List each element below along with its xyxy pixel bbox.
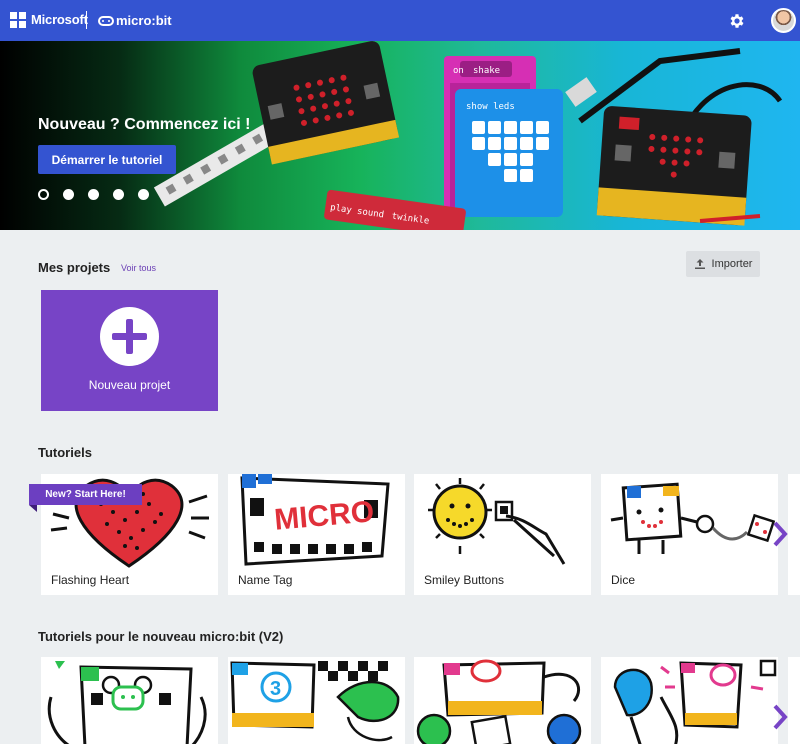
carousel-dot[interactable] [138, 189, 149, 200]
import-label: Importer [711, 258, 753, 270]
block-show-leds-text: show leds [466, 102, 515, 112]
tutorial-card-dice[interactable]: Dice [601, 474, 778, 595]
tutorial-card-smiley-buttons[interactable]: Smiley Buttons [414, 474, 591, 595]
v2-illustration-1 [47, 661, 207, 744]
plus-icon [100, 307, 159, 366]
v2-illustration-3 [416, 659, 582, 744]
block-shake-text: shake [473, 66, 500, 76]
v2-illustration-2: 3 [230, 661, 400, 742]
carousel-dots [38, 189, 149, 200]
new-start-here-badge: New? Start Here! [29, 484, 142, 505]
tutorial-label: Dice [611, 573, 636, 587]
v2-card-3[interactable] [414, 657, 591, 744]
import-button[interactable]: Importer [686, 251, 760, 277]
top-bar: Microsoft micro:bit [0, 0, 800, 41]
block-on-text: on [453, 66, 464, 76]
v2-card-2[interactable]: 3 [228, 657, 405, 744]
hero-illustration: on shake show leds play sound twinkle [153, 41, 783, 230]
carousel-dot[interactable] [88, 189, 99, 200]
tutorial-label: Name Tag [238, 573, 293, 587]
my-projects-title: Mes projets [38, 260, 111, 275]
user-avatar[interactable] [771, 8, 796, 33]
svg-text:3: 3 [270, 678, 281, 700]
carousel-dot[interactable] [63, 189, 74, 200]
upload-icon [694, 259, 705, 269]
new-project-label: Nouveau projet [88, 378, 171, 392]
microbit-brand: micro:bit [116, 13, 172, 28]
v2-illustration-4 [613, 659, 777, 744]
tutorial-card-name-tag[interactable]: MICRO Name Tag [228, 474, 405, 595]
smiley-illustration [428, 478, 566, 565]
hero-banner: on shake show leds play sound twinkle No… [0, 41, 800, 230]
start-tutorial-button[interactable]: Démarrer le tutoriel [38, 145, 176, 174]
see-all-link[interactable]: Voir tous [121, 263, 156, 273]
scroll-right-arrow-icon[interactable] [770, 700, 790, 734]
v2-card-4[interactable] [601, 657, 778, 744]
microbit-icon [98, 15, 114, 26]
carousel-dot[interactable] [38, 189, 49, 200]
hero-title: Nouveau ? Commencez ici ! [38, 116, 251, 133]
microsoft-logo-icon [10, 12, 26, 28]
badge-fold [29, 505, 37, 512]
brand-divider [86, 11, 87, 29]
new-project-card[interactable]: Nouveau projet [41, 290, 218, 411]
carousel-dot[interactable] [113, 189, 124, 200]
tutorial-label: Smiley Buttons [424, 573, 505, 587]
tutorial-label: Flashing Heart [51, 573, 130, 587]
microbit-logo[interactable]: micro:bit [98, 13, 172, 28]
microsoft-brand: Microsoft [31, 12, 88, 27]
dice-illustration [610, 482, 776, 554]
tutorials-title: Tutoriels [38, 445, 92, 460]
v2-tutorials-title: Tutoriels pour le nouveau micro:bit (V2) [38, 629, 284, 644]
gear-icon[interactable] [728, 12, 746, 30]
scroll-right-arrow-icon[interactable] [770, 517, 790, 551]
v2-card-1[interactable] [41, 657, 218, 744]
name-tag-illustration: MICRO [240, 474, 390, 566]
